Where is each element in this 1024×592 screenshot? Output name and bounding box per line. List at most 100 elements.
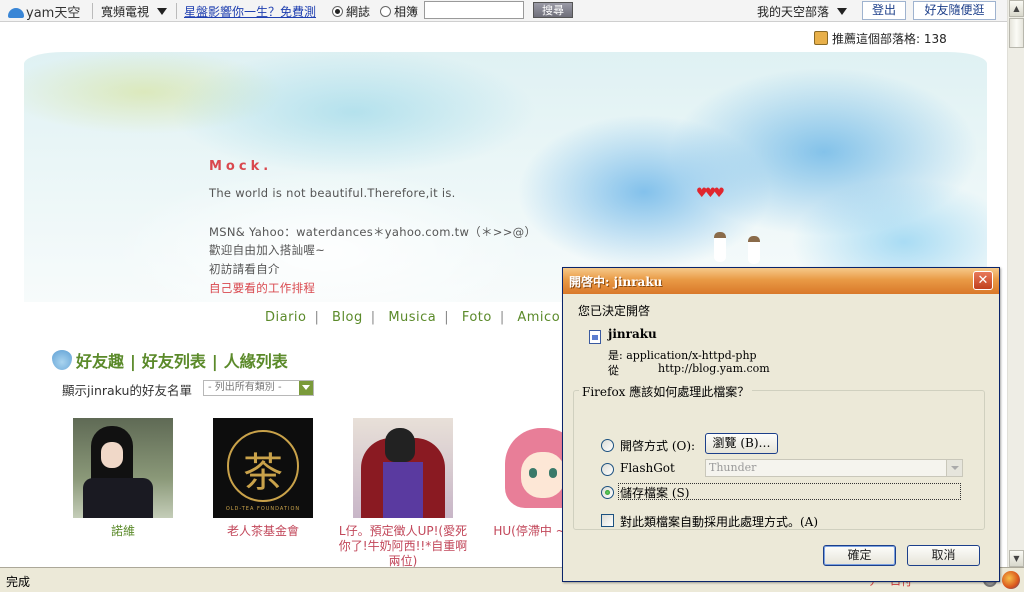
auto-apply-label[interactable]: 對此類檔案自動採用此處理方式。(A) — [620, 513, 818, 530]
browse-button[interactable]: 瀏覽 (B)… — [705, 433, 778, 454]
search-option-blog[interactable]: 網誌 — [332, 3, 370, 20]
chevron-down-icon — [299, 381, 313, 395]
scroll-thumb[interactable] — [1009, 18, 1024, 48]
avatar-face — [521, 452, 565, 498]
logout-button[interactable]: 登出 — [862, 1, 906, 20]
nav-separator: | — [444, 310, 450, 325]
friend-name[interactable]: L仔。預定徵人UP!(愛死你了!牛奶阿西!!*自重啊兩位) — [333, 524, 473, 569]
nav-separator: | — [370, 310, 376, 325]
search-option-album[interactable]: 相簿 — [380, 3, 418, 20]
friend-notes-button[interactable]: 好友隨便逛 — [913, 1, 996, 20]
yam-toolbar: yam天空 寬頻電視 星盤影響你一生？免費測 網誌 相簿 搜尋 我的天空部落 登… — [0, 0, 1007, 22]
friend-name[interactable]: 老人茶基金會 — [193, 524, 333, 539]
friend-card[interactable]: L仔。預定徵人UP!(愛死你了!牛奶阿西!!*自重啊兩位) — [333, 418, 473, 569]
blog-quote: The world is not beautiful.Therefore,it … — [209, 186, 456, 200]
first-visit-line[interactable]: 初訪請看自介 — [209, 261, 280, 277]
blog-title: Mock. — [209, 159, 273, 174]
work-schedule-link[interactable]: 自己要看的工作排程 — [209, 280, 315, 296]
status-text: 完成 — [6, 575, 31, 589]
yam-logo-text: yam天空 — [26, 6, 81, 21]
divider — [176, 3, 177, 19]
avatar-eye — [549, 468, 557, 478]
avatar-head — [385, 428, 415, 462]
flashgot-select[interactable]: Thunder — [705, 459, 963, 477]
blog-nav: Diario| Blog| Musica| Foto| Amico| L — [265, 310, 601, 325]
flashgot-radio[interactable] — [601, 463, 614, 476]
tea-logo: 茶 — [243, 450, 283, 496]
handler-group-title: Firefox 應該如何處理此檔案？ — [579, 383, 753, 400]
radio-selected-icon — [332, 6, 343, 17]
open-with-label[interactable]: 開啓方式 (O): — [620, 437, 695, 454]
flashgot-label[interactable]: FlashGot — [620, 461, 675, 475]
close-icon[interactable]: ✕ — [973, 271, 993, 290]
recommend-counter[interactable]: 推薦這個部落格: 138 — [814, 30, 947, 47]
my-tribe-label: 我的天空部落 — [757, 5, 830, 19]
tab-separator: | — [211, 352, 218, 371]
nav-separator: | — [499, 310, 505, 325]
tea-logo-caption: OLD-TEA FOUNDATION — [225, 506, 301, 512]
file-name: jinraku — [608, 327, 657, 341]
water-drop-icon — [52, 350, 72, 370]
nav-musica[interactable]: Musica — [388, 310, 436, 325]
tab-separator: | — [130, 352, 136, 371]
avatar-eye — [529, 468, 537, 478]
avatar-face — [101, 442, 123, 468]
search-input[interactable] — [424, 1, 524, 19]
banner-figure — [714, 232, 726, 262]
blog-banner: Mock. The world is not beautiful.Therefo… — [24, 52, 987, 302]
tab-friend-list[interactable]: 好友列表 — [142, 352, 206, 371]
flashgot-select-value: Thunder — [709, 461, 757, 474]
nav-amico[interactable]: Amico — [517, 310, 560, 325]
firefox-icon[interactable] — [1002, 571, 1020, 589]
friend-name[interactable]: 諾維 — [53, 524, 193, 539]
welcome-line: 歡迎自由加入搭訕喔~ — [209, 243, 326, 257]
radio-icon — [380, 6, 391, 17]
ok-button[interactable]: 確定 — [823, 545, 896, 566]
avatar-suit — [383, 462, 423, 518]
chevron-down-icon — [946, 460, 962, 476]
option-album-label: 相簿 — [394, 5, 419, 19]
friend-avatar[interactable] — [73, 418, 173, 518]
scroll-up-arrow-icon[interactable]: ▲ — [1009, 0, 1024, 17]
page-scrollbar[interactable]: ▲ ▼ — [1007, 0, 1024, 567]
nav-blog[interactable]: Blog — [332, 310, 363, 325]
tab-popularity-list[interactable]: 人緣列表 — [224, 352, 288, 371]
dialog-titlebar[interactable]: 開啓中: jinraku ✕ — [563, 268, 999, 294]
cancel-button[interactable]: 取消 — [907, 545, 980, 566]
auto-apply-checkbox[interactable] — [601, 514, 614, 527]
save-file-radio[interactable] — [601, 486, 614, 499]
yam-logo[interactable]: yam天空 — [8, 2, 80, 21]
friends-tabs: 好友趣 | 好友列表 | 人緣列表 — [52, 348, 288, 372]
nav-separator: | — [314, 310, 320, 325]
nav-foto[interactable]: Foto — [462, 310, 492, 325]
friends-subtitle: 顯示jinraku的好友名單 — [62, 383, 192, 398]
open-with-radio[interactable] — [601, 439, 614, 452]
nav-diario[interactable]: Diario — [265, 310, 307, 325]
scroll-down-arrow-icon[interactable]: ▼ — [1009, 550, 1024, 567]
friend-card[interactable]: 諾維 — [53, 418, 193, 539]
my-tribe-menu[interactable]: 我的天空部落 — [757, 3, 848, 20]
chevron-down-icon — [157, 8, 168, 15]
friend-card[interactable]: 茶 OLD-TEA FOUNDATION 老人茶基金會 — [193, 418, 333, 539]
from-label: 從 — [608, 364, 619, 377]
friend-avatar[interactable] — [353, 418, 453, 518]
save-file-label[interactable]: 儲存檔案 (S) — [620, 484, 689, 501]
banner-figure — [748, 236, 760, 264]
tv-menu[interactable]: 寬頻電視 — [101, 3, 168, 20]
file-icon — [589, 330, 601, 344]
avatar-body — [83, 478, 153, 518]
tab-friend-fun[interactable]: 好友趣 — [76, 352, 124, 371]
dialog-title: 開啓中: jinraku — [569, 275, 663, 289]
cloud-icon — [8, 8, 24, 18]
friend-avatar[interactable]: 茶 OLD-TEA FOUNDATION — [213, 418, 313, 518]
friend-category-value: - 列出所有類別 - — [208, 382, 282, 393]
chevron-down-icon — [837, 8, 848, 15]
contact-line: MSN& Yahoo：waterdances＊yahoo.com.tw（＊>>@… — [209, 225, 537, 239]
tv-menu-label: 寬頻電視 — [101, 5, 150, 19]
friend-category-select[interactable]: - 列出所有類別 - — [203, 380, 314, 396]
dialog-header: 您已決定開啓 — [578, 304, 651, 318]
search-button[interactable]: 搜尋 — [533, 2, 573, 18]
promo-link[interactable]: 星盤影響你一生？免費測 — [184, 3, 316, 20]
option-blog-label: 網誌 — [346, 5, 371, 19]
recommend-text: 推薦這個部落格: 138 — [832, 32, 947, 46]
